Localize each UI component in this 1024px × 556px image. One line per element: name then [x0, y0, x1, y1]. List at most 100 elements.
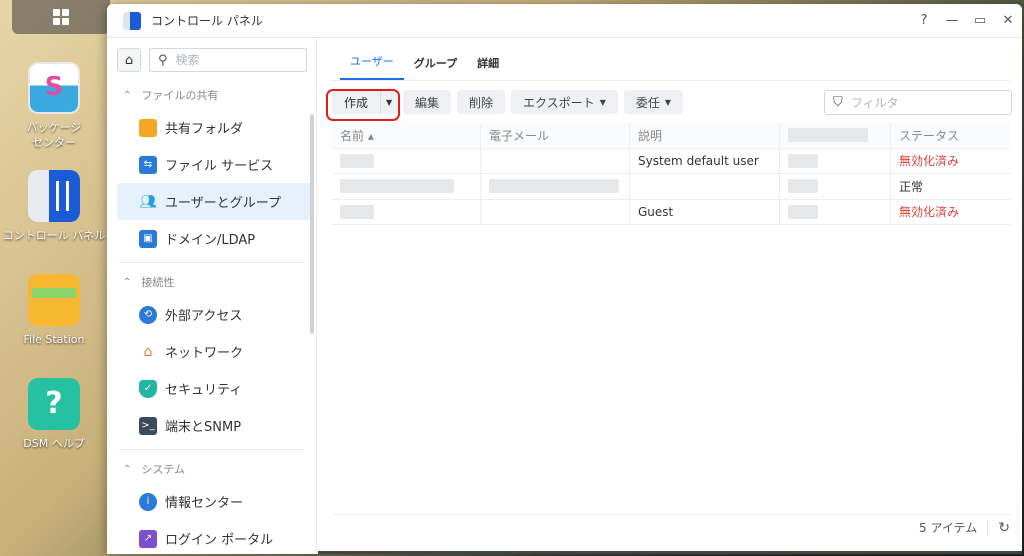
cell-email [481, 174, 630, 199]
desktop-icon-control-panel[interactable]: コントロール パネル [0, 170, 108, 243]
sidebar-item-label: ネットワーク [165, 346, 244, 361]
main-panel: ユーザー グループ 詳細 作成 ▼ 編集 削除 エクスポート▼ 委任▼ ⛉ 名前… [318, 39, 1022, 554]
search-input[interactable] [175, 53, 296, 67]
desktop-icon-file-station[interactable]: File Station [0, 274, 108, 347]
desktop-icon-label: コントロール パネル [2, 229, 106, 242]
sidebar-item-users-groups[interactable]: 👥︎ ユーザーとグループ [117, 183, 312, 220]
package-center-icon [28, 62, 80, 114]
tab-groups[interactable]: グループ [404, 55, 467, 80]
sidebar-item-login-portal[interactable]: ↗ ログイン ポータル [117, 520, 312, 554]
file-station-icon [28, 274, 80, 326]
users-icon: 👥︎ [139, 193, 157, 210]
cell-description: System default user [630, 148, 780, 173]
column-header-email[interactable]: 電子メール [481, 123, 630, 148]
toolbar: 作成 ▼ 編集 削除 エクスポート ▼ 委任 ▼ ⛉ [318, 81, 1022, 123]
domain-icon: ▣ [139, 229, 157, 248]
export-label: エクスポート [523, 95, 595, 110]
info-icon: i [139, 492, 157, 511]
cell-email [481, 148, 630, 173]
sidebar-item-domain-ldap[interactable]: ▣ ドメイン/LDAP [117, 220, 312, 257]
title-bar[interactable]: コントロール パネル ? — ▭ ✕ [107, 4, 1022, 38]
column-header-status[interactable]: ステータス [891, 123, 996, 148]
main-menu-button[interactable] [12, 0, 110, 34]
edit-button[interactable]: 編集 [403, 90, 452, 114]
desktop-icon-dsm-help[interactable]: ? DSM ヘルプ [0, 378, 108, 451]
column-header-name[interactable]: 名前 ▴ [332, 123, 481, 148]
cell-blurred [780, 148, 891, 173]
tab-users[interactable]: ユーザー [340, 53, 404, 80]
control-panel-icon [28, 170, 80, 222]
window-title: コントロール パネル [151, 14, 263, 28]
sidebar-item-label: 外部アクセス [165, 309, 243, 324]
sidebar-item-label: 情報センター [165, 496, 244, 511]
sidebar-item-label: ファイル サービス [165, 159, 274, 174]
maximize-button[interactable]: ▭ [966, 4, 994, 38]
close-button[interactable]: ✕ [994, 4, 1022, 38]
blurred-text [788, 204, 818, 219]
tab-advanced[interactable]: 詳細 [467, 55, 509, 80]
sidebar-item-info-center[interactable]: i 情報センター [117, 483, 312, 520]
highlight-annotation [326, 89, 400, 121]
caret-down-icon: ▼ [664, 97, 672, 107]
cell-description: Guest [630, 199, 780, 224]
cell-status: 無効化済み [899, 154, 960, 169]
sidebar-item-label: 端末とSNMP [165, 420, 242, 435]
section-connectivity[interactable]: ⌃ 接続性 [107, 268, 316, 296]
sidebar-item-shared-folder[interactable]: 共有フォルダ [117, 109, 312, 146]
sidebar-item-label: 共有フォルダ [165, 122, 244, 137]
chevron-up-icon: ⌃ [123, 276, 132, 288]
help-button[interactable]: ? [910, 4, 938, 38]
sidebar-item-terminal-snmp[interactable]: >_ 端末とSNMP [117, 407, 312, 444]
user-table: 名前 ▴ 電子メール 説明 ステータス System default user … [332, 123, 1010, 225]
filter-box[interactable]: ⛉ [824, 90, 1012, 115]
divider [119, 449, 304, 450]
file-service-icon: ⇆ [139, 155, 157, 174]
blurred-text [340, 179, 454, 194]
table-row[interactable]: Guest 無効化済み [332, 199, 1010, 225]
sidebar-item-security[interactable]: ✓ セキュリティ [117, 370, 312, 407]
sidebar-item-file-services[interactable]: ⇆ ファイル サービス [117, 146, 312, 183]
delegate-button[interactable]: 委任 ▼ [623, 90, 684, 114]
blurred-text [788, 153, 818, 168]
section-label: ファイルの共有 [141, 89, 219, 102]
sidebar-search[interactable]: ⚲ [149, 48, 307, 72]
sidebar-item-external-access[interactable]: ⟲ 外部アクセス [117, 296, 312, 333]
home-button[interactable]: ⌂ [117, 48, 141, 72]
cell-name [332, 148, 481, 173]
cell-description [630, 174, 780, 199]
cell-status: 無効化済み [899, 205, 960, 220]
chevron-up-icon: ⌃ [123, 463, 132, 475]
section-file-sharing[interactable]: ⌃ ファイルの共有 [107, 81, 316, 109]
table-row[interactable]: System default user 無効化済み [332, 148, 1010, 174]
delegate-label: 委任 [635, 95, 660, 110]
section-system[interactable]: ⌃ システム [107, 455, 316, 483]
chevron-up-icon: ⌃ [123, 89, 132, 101]
divider [119, 262, 304, 263]
sidebar-item-label: ログイン ポータル [165, 533, 274, 548]
table-footer: 5 アイテム ↻ [332, 514, 1010, 540]
external-access-icon: ⟲ [139, 305, 157, 324]
column-header-description[interactable]: 説明 [630, 123, 780, 148]
export-button[interactable]: エクスポート ▼ [511, 90, 618, 114]
section-label: 接続性 [141, 276, 175, 289]
minimize-button[interactable]: — [938, 4, 966, 38]
desktop-icon-label: パッケージ センター [26, 121, 82, 149]
sidebar-item-network[interactable]: ⌂ ネットワーク [117, 333, 312, 370]
bottom-bar [318, 551, 1022, 554]
tab-bar: ユーザー グループ 詳細 [330, 39, 1010, 81]
sidebar-scrollbar[interactable] [310, 114, 314, 334]
delete-button[interactable]: 削除 [457, 90, 506, 114]
search-icon: ⚲ [158, 52, 168, 68]
blurred-text [340, 153, 374, 168]
blurred-text [788, 128, 868, 143]
login-portal-icon: ↗ [139, 529, 157, 548]
desktop-icon-package-center[interactable]: パッケージ センター [0, 62, 108, 150]
table-row[interactable]: 正常 [332, 174, 1010, 200]
folder-icon [139, 118, 157, 137]
cell-status: 正常 [899, 179, 924, 194]
filter-input[interactable] [850, 95, 1001, 110]
refresh-icon[interactable]: ↻ [987, 519, 1010, 536]
terminal-icon: >_ [139, 416, 157, 435]
column-header-blurred[interactable] [780, 123, 891, 148]
blurred-text [489, 179, 619, 194]
